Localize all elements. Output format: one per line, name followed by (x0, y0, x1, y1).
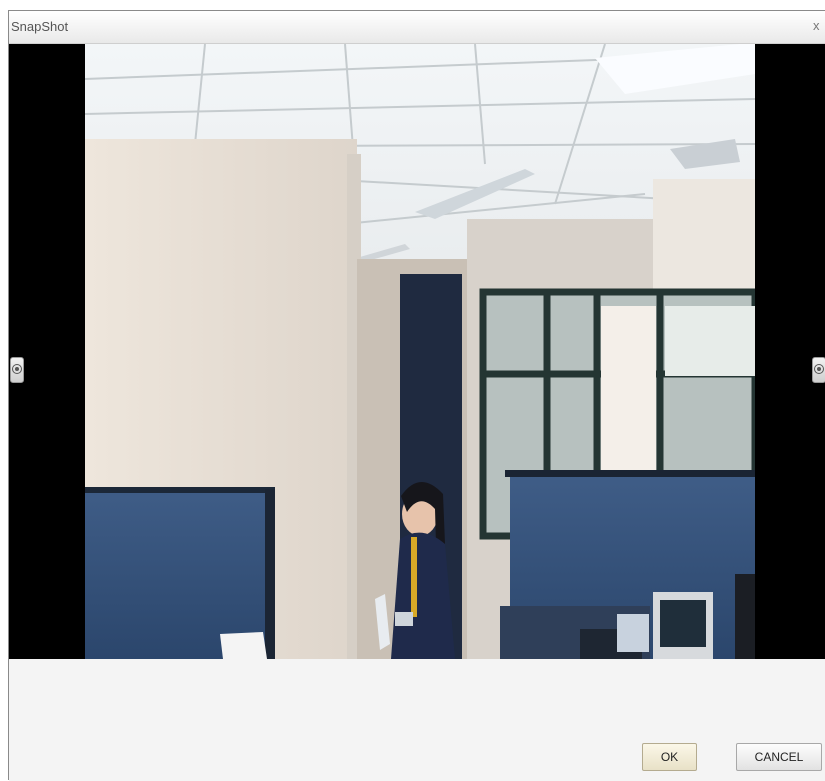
snapshot-dialog: SnapShot x OK CANCEL (8, 10, 825, 781)
dialog-footer: OK CANCEL (9, 659, 825, 781)
ok-button[interactable]: OK (642, 743, 697, 771)
close-icon[interactable]: x (813, 18, 825, 34)
previous-image-button[interactable] (10, 357, 24, 383)
cancel-button[interactable]: CANCEL (736, 743, 822, 771)
snapshot-image (85, 44, 755, 659)
next-image-button[interactable] (812, 357, 825, 383)
circle-left-icon (12, 364, 22, 374)
dialog-titlebar: SnapShot x (9, 11, 825, 44)
circle-right-icon (814, 364, 824, 374)
snapshot-viewer (9, 44, 825, 659)
dialog-title: SnapShot (11, 19, 69, 34)
